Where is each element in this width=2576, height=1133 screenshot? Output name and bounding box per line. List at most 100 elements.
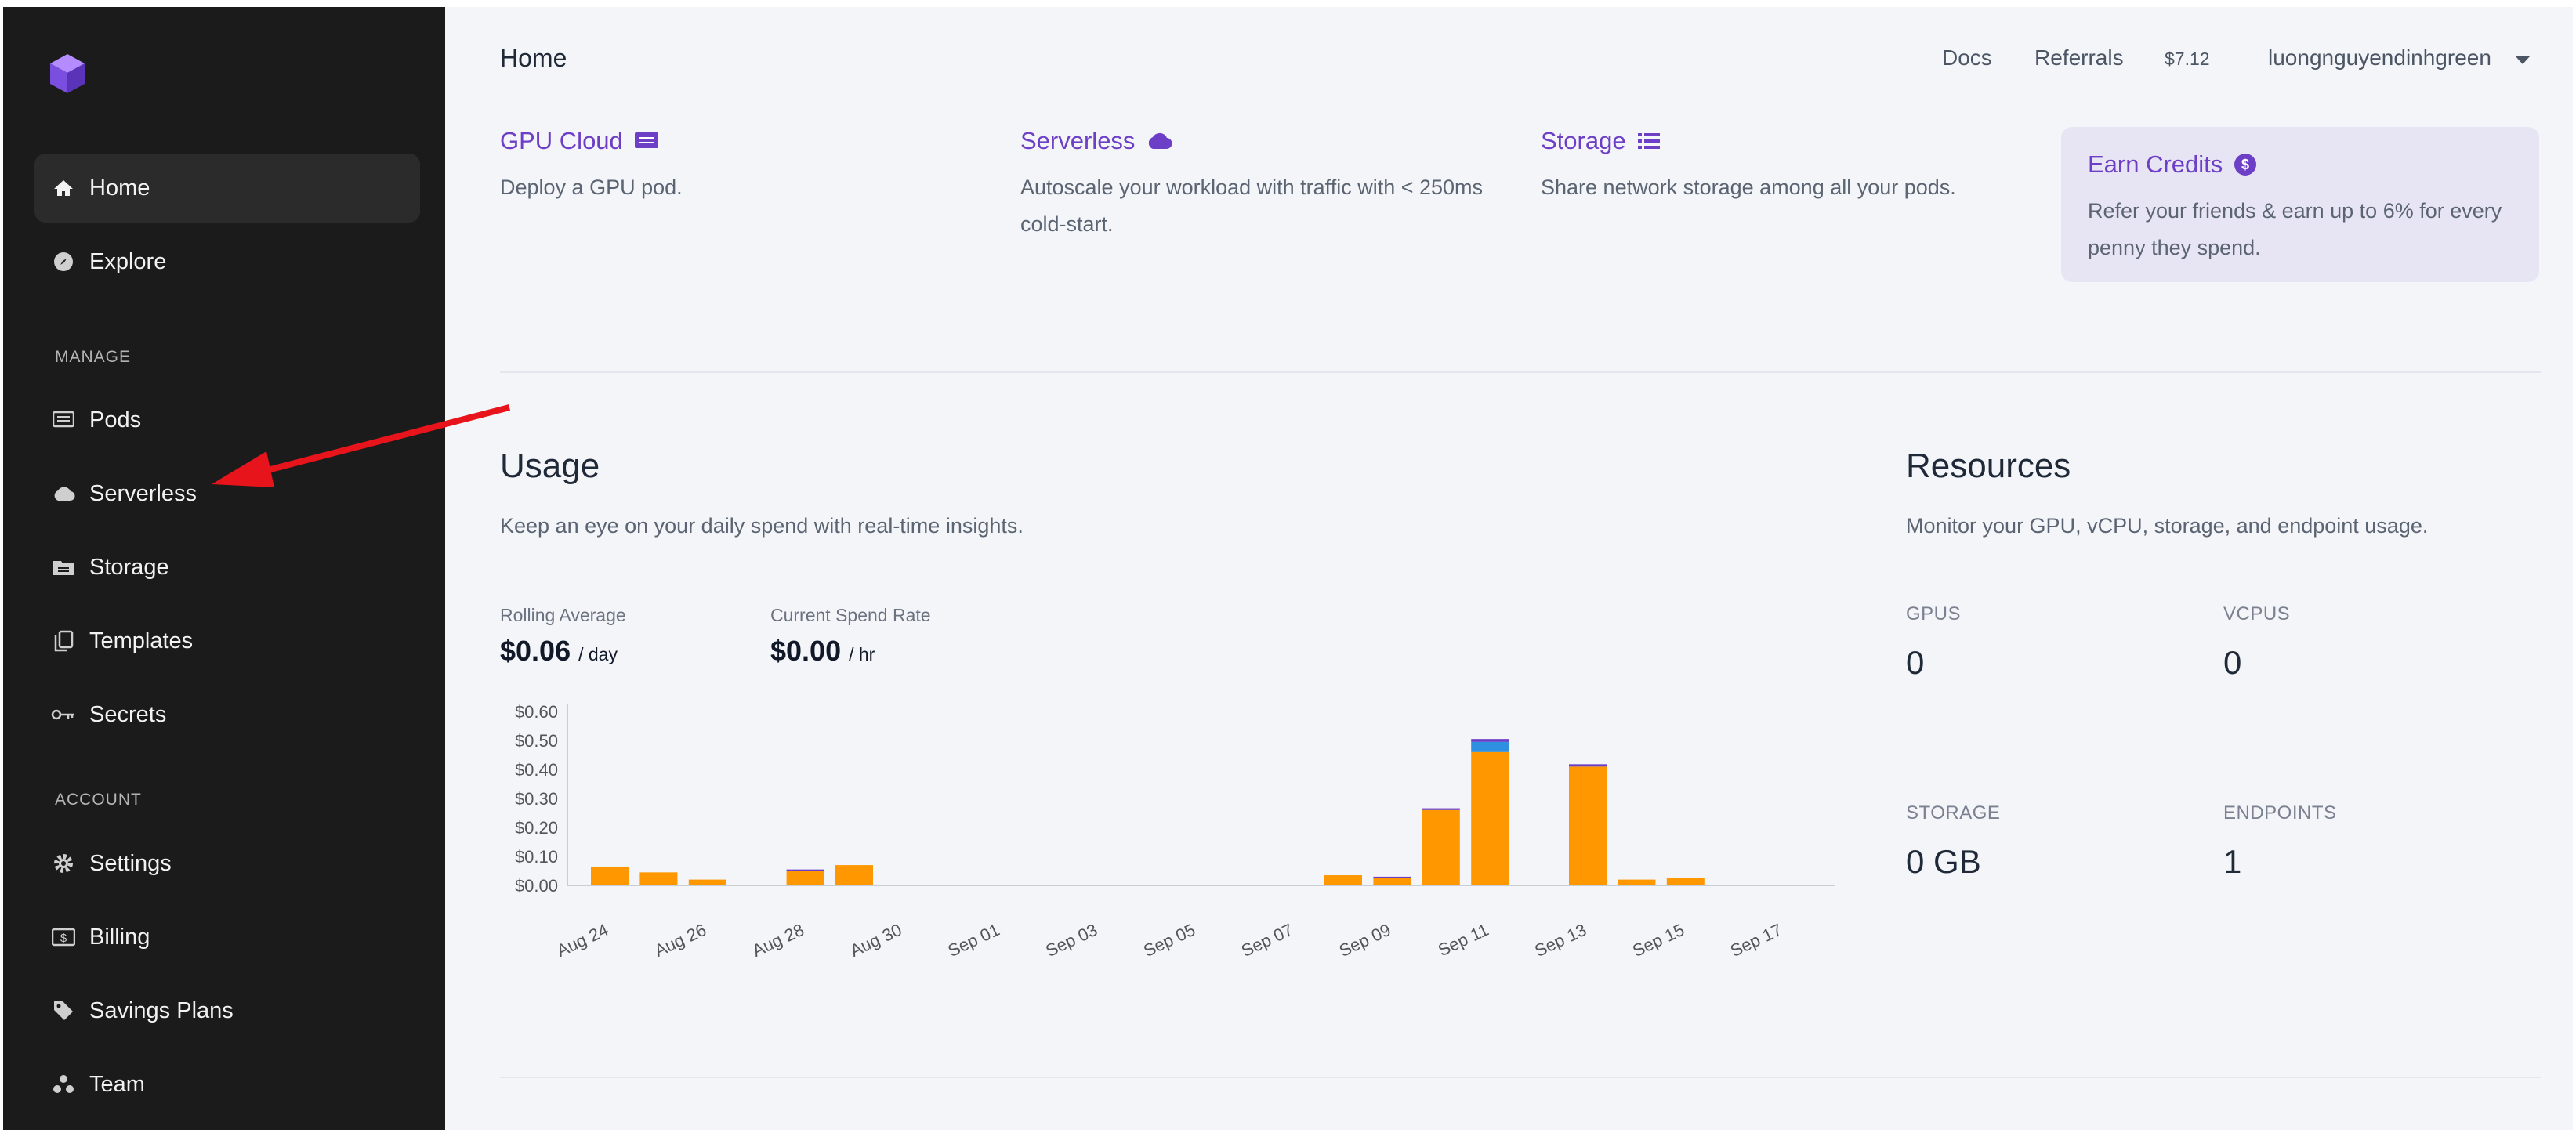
sidebar-item-label: Savings Plans <box>89 997 234 1023</box>
card-description: Share network storage among all your pod… <box>1541 176 1956 199</box>
x-tick-label: Sep 09 <box>1336 920 1394 961</box>
sidebar-item-storage[interactable]: Storage <box>34 533 420 602</box>
user-menu[interactable]: luongnguyendinhgreen <box>2268 45 2491 71</box>
billing-icon: $ <box>50 924 77 950</box>
bar-aug-25-s0 <box>639 872 678 885</box>
sidebar-item-label: Team <box>89 1071 145 1097</box>
card-serverless[interactable]: Serverless Autoscale your workload with … <box>1020 127 1491 243</box>
current-spend-value: $0.00 / hr <box>770 635 875 667</box>
sidebar-item-label: Settings <box>89 850 172 876</box>
y-tick-label: $0.00 <box>515 876 558 896</box>
sidebar-item-savings-plans[interactable]: Savings Plans <box>34 976 420 1045</box>
storage-value: 0 GB <box>1906 843 1981 880</box>
svg-text:$: $ <box>60 932 67 945</box>
x-tick-label: Sep 15 <box>1629 920 1687 961</box>
card-description: Refer your friends & earn up to 6% for e… <box>2088 199 2502 259</box>
x-tick-label: Aug 26 <box>651 920 709 961</box>
resources-subtitle: Monitor your GPU, vCPU, storage, and end… <box>1906 514 2429 538</box>
sidebar-item-serverless[interactable]: Serverless <box>34 459 420 528</box>
sidebar-item-label: Pods <box>89 407 142 433</box>
x-tick-label: Sep 03 <box>1042 920 1100 961</box>
endpoints-value: 1 <box>2223 843 2242 880</box>
card-description: Autoscale your workload with traffic wit… <box>1020 176 1484 236</box>
sidebar-item-billing[interactable]: $ Billing <box>34 903 420 972</box>
team-icon <box>50 1071 77 1098</box>
templates-icon <box>50 628 77 654</box>
x-tick-label: Sep 17 <box>1727 920 1785 961</box>
storage-icon <box>50 554 77 581</box>
card-storage[interactable]: Storage Share network storage among all … <box>1541 127 2011 206</box>
current-spend-label: Current Spend Rate <box>770 605 931 625</box>
gear-icon <box>50 850 77 877</box>
gpus-value: 0 <box>1906 644 1925 681</box>
card-description: Deploy a GPU pod. <box>500 176 683 199</box>
sidebar-item-label: Templates <box>89 628 194 653</box>
y-tick-label: $0.60 <box>515 702 558 722</box>
sidebar-item-team[interactable]: Team <box>34 1050 420 1119</box>
page-title: Home <box>500 44 567 72</box>
divider <box>500 1077 2541 1078</box>
vcpus-value: 0 <box>2223 644 2242 681</box>
bar-sep-11-s2 <box>1471 739 1509 742</box>
card-title[interactable]: Storage <box>1541 127 2011 155</box>
resources-title: Resources <box>1906 447 2071 485</box>
key-icon <box>50 701 77 728</box>
bar-sep-09-s2 <box>1373 876 1411 878</box>
bar-sep-13-s2 <box>1569 764 1607 767</box>
rolling-average-label: Rolling Average <box>500 605 626 625</box>
runpod-logo[interactable] <box>47 52 88 95</box>
balance-display: $7.12 <box>2165 49 2210 69</box>
svg-text:$: $ <box>2241 157 2249 172</box>
bar-aug-28-s2 <box>786 869 824 871</box>
bar-sep-10-s2 <box>1422 808 1460 810</box>
storage-label: STORAGE <box>1906 802 2001 824</box>
divider <box>500 371 2541 373</box>
y-tick-label: $0.40 <box>515 760 558 780</box>
sidebar-item-templates[interactable]: Templates <box>34 606 420 675</box>
sidebar-item-settings[interactable]: Settings <box>34 829 420 898</box>
bar-aug-29-s0 <box>835 865 873 885</box>
sidebar-item-home[interactable]: Home <box>34 154 420 223</box>
home-icon <box>50 175 77 201</box>
endpoints-label: ENDPOINTS <box>2223 802 2337 824</box>
vcpus-label: VCPUS <box>2223 603 2291 624</box>
bar-aug-28-s0 <box>786 871 824 885</box>
bar-sep-11-s1 <box>1471 741 1509 752</box>
rolling-average-value: $0.06 / day <box>500 635 618 667</box>
y-tick-label: $0.20 <box>515 818 558 838</box>
sidebar-item-label: Serverless <box>89 480 197 506</box>
x-tick-label: Sep 13 <box>1531 920 1589 961</box>
card-title[interactable]: Serverless <box>1020 127 1491 155</box>
cloud-icon <box>50 480 77 507</box>
card-title[interactable]: Earn Credits $ <box>2088 150 2527 179</box>
bar-sep-14-s0 <box>1618 879 1656 885</box>
sidebar-item-label: Secrets <box>89 701 167 727</box>
usage-chart: $0.00 $0.10 $0.20 $0.30 $0.40 $0.50 $0.60 Aug … <box>515 702 1835 961</box>
section-title-account: ACCOUNT <box>55 791 142 809</box>
gpus-label: GPUS <box>1906 603 1962 624</box>
docs-link[interactable]: Docs <box>1942 45 1992 71</box>
compass-icon <box>50 248 77 275</box>
card-gpu-cloud[interactable]: GPU Cloud Deploy a GPU pod. <box>500 127 939 206</box>
tag-icon <box>50 997 77 1024</box>
sidebar-item-explore[interactable]: Explore <box>34 227 420 296</box>
y-tick-label: $0.30 <box>515 789 558 809</box>
sidebar-item-label: Explore <box>89 248 167 274</box>
bar-sep-13-s0 <box>1569 766 1607 885</box>
dollar-coin-icon: $ <box>2234 154 2257 176</box>
card-title[interactable]: GPU Cloud <box>500 127 939 155</box>
x-tick-label: Aug 24 <box>553 920 611 961</box>
list-icon <box>1637 133 1660 149</box>
chevron-down-icon[interactable] <box>2516 56 2530 64</box>
sidebar-item-pods[interactable]: Pods <box>34 386 420 454</box>
x-tick-label: Sep 07 <box>1238 920 1296 961</box>
bar-sep-10-s0 <box>1422 809 1460 885</box>
bar-sep-08-s0 <box>1324 875 1362 885</box>
sidebar-item-secrets[interactable]: Secrets <box>34 680 420 749</box>
y-tick-label: $0.50 <box>515 731 558 751</box>
sidebar-item-label: Billing <box>89 924 150 950</box>
referrals-link[interactable]: Referrals <box>2034 45 2124 71</box>
section-title-manage: MANAGE <box>55 348 132 366</box>
y-tick-label: $0.10 <box>515 847 558 867</box>
card-earn-credits[interactable]: Earn Credits $ Refer your friends & earn… <box>2061 127 2539 282</box>
